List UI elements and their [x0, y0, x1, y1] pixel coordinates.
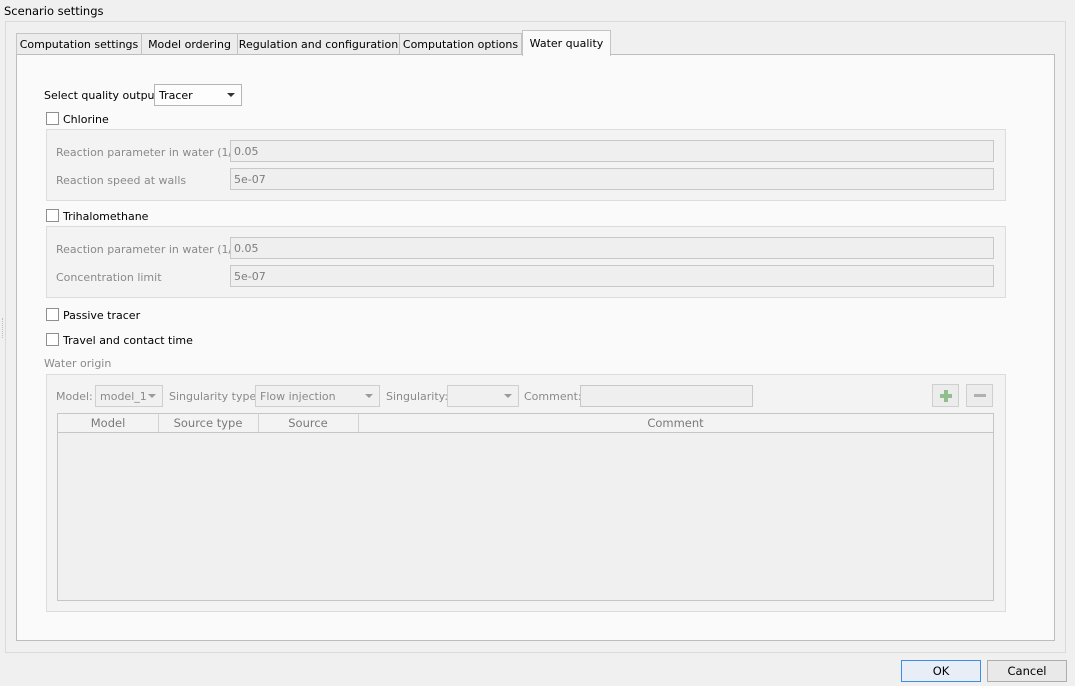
water-origin-title: Water origin [44, 357, 112, 370]
minus-icon [973, 393, 986, 397]
quality-output-value: Tracer [159, 88, 193, 102]
plus-icon [939, 389, 952, 402]
singularity-type-select[interactable]: Flow injection [255, 385, 380, 407]
chlorine-wall-speed-field[interactable]: 5e-07 [230, 168, 994, 190]
add-source-button[interactable] [932, 384, 959, 407]
model-label: Model: [56, 390, 93, 403]
chevron-down-icon [227, 93, 235, 97]
passive-tracer-label: Passive tracer [63, 309, 141, 322]
travel-contact-label: Travel and contact time [63, 334, 193, 347]
table-header: Model Source type Source Comment [58, 414, 993, 433]
quality-output-select[interactable]: Tracer [154, 84, 242, 106]
tab-water-quality[interactable]: Water quality [522, 30, 611, 56]
resize-grip[interactable] [2, 318, 5, 338]
column-header-comment[interactable]: Comment [358, 414, 993, 432]
comment-input[interactable] [580, 385, 753, 407]
trihalomethane-concentration-field[interactable]: 5e-07 [230, 265, 994, 287]
singularity-label: Singularity: [386, 390, 449, 403]
water-origin-table[interactable]: Model Source type Source Comment [57, 413, 994, 601]
tab-model-ordering[interactable]: Model ordering [141, 33, 238, 55]
trihalomethane-reaction-param-field[interactable]: 0.05 [230, 237, 994, 259]
window-title: Scenario settings [4, 4, 104, 18]
tab-computation-settings[interactable]: Computation settings [16, 33, 142, 55]
singularity-select[interactable] [447, 385, 519, 407]
chlorine-checkbox[interactable] [46, 112, 59, 125]
chlorine-reaction-param-field[interactable]: 0.05 [230, 140, 994, 162]
quality-output-label: Select quality output: [44, 89, 163, 102]
chevron-down-icon [148, 394, 156, 398]
trihalomethane-concentration-label: Concentration limit [56, 271, 162, 284]
tab-computation-options[interactable]: Computation options [399, 33, 522, 55]
cancel-button[interactable]: Cancel [987, 660, 1067, 682]
passive-tracer-checkbox[interactable] [46, 308, 59, 321]
comment-label: Comment: [524, 390, 582, 403]
column-header-source[interactable]: Source [258, 414, 359, 432]
chlorine-reaction-param-label: Reaction parameter in water (1/hr) [56, 146, 248, 159]
trihalomethane-reaction-param-label: Reaction parameter in water (1/hr) [56, 243, 248, 256]
remove-source-button[interactable] [966, 384, 993, 407]
chlorine-wall-speed-label: Reaction speed at walls [56, 174, 187, 187]
chevron-down-icon [504, 394, 512, 398]
chevron-down-icon [365, 394, 373, 398]
tab-regulation-configuration[interactable]: Regulation and configuration [237, 33, 400, 55]
ok-button[interactable]: OK [901, 660, 981, 682]
travel-contact-checkbox[interactable] [46, 333, 59, 346]
trihalomethane-checkbox[interactable] [46, 209, 59, 222]
model-select[interactable]: model_1 [95, 385, 163, 407]
column-header-source-type[interactable]: Source type [158, 414, 259, 432]
column-header-model[interactable]: Model [58, 414, 159, 432]
chlorine-label: Chlorine [63, 113, 109, 126]
trihalomethane-label: Trihalomethane [63, 210, 149, 223]
singularity-type-label: Singularity type: [169, 390, 260, 403]
